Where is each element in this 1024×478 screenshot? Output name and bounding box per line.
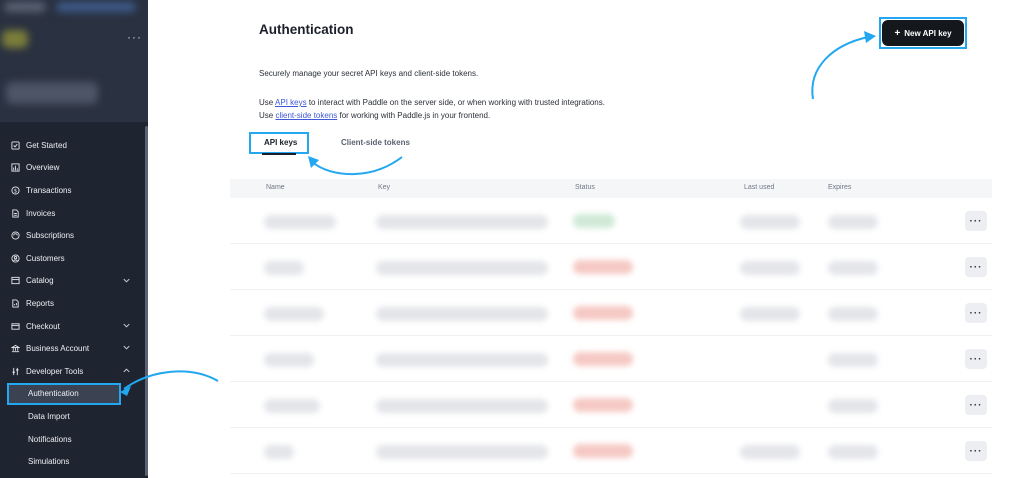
annotation-arrow-button — [811, 31, 876, 100]
app-root: ··· Get Started Overview $ Transactions … — [0, 0, 1024, 478]
